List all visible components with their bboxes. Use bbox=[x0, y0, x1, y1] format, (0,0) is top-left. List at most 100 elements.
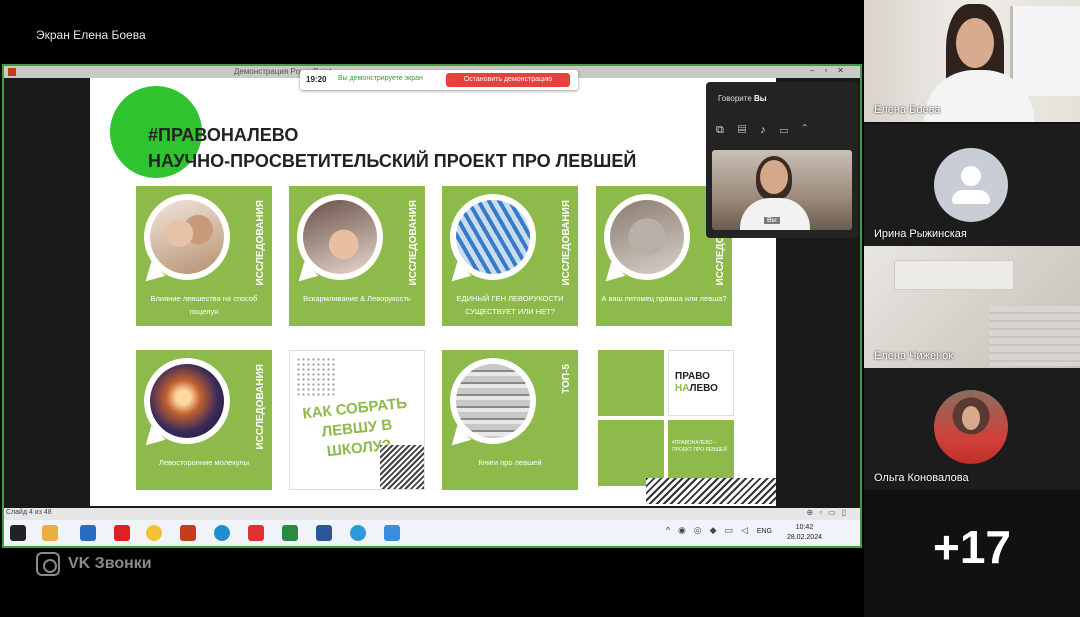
self-face bbox=[760, 160, 788, 194]
room-shelf bbox=[894, 260, 1014, 290]
screen-share-icon[interactable]: ⧉ bbox=[716, 124, 738, 136]
slide-tile-kiss: ИССЛЕДОВАНИЯ Влияние левшества на способ… bbox=[136, 186, 272, 326]
yandex-icon[interactable] bbox=[114, 525, 130, 541]
presentation-slide: #ПРАВОНАЛЕВО НАУЧНО-ПРОСВЕТИТЕЛЬСКИЙ ПРО… bbox=[90, 78, 776, 506]
tile-vertical-label: ИССЛЕДОВАНИЯ bbox=[255, 200, 266, 286]
edge-icon[interactable] bbox=[214, 525, 230, 541]
screen-share-label: Экран Елена Боева bbox=[36, 28, 146, 42]
tile-caption: Вскармливание & Леворукость bbox=[303, 294, 411, 303]
clock-time: 10:42 bbox=[795, 524, 814, 531]
tile-vertical-label: ИССЛЕДОВАНИЯ bbox=[561, 200, 572, 286]
dna-photo bbox=[456, 200, 530, 274]
share-status-text: Вы демонстрируете экран bbox=[338, 75, 423, 82]
call-controls: ⧉▤♪▭⌃ bbox=[716, 124, 821, 137]
language-indicator[interactable]: ENG bbox=[757, 528, 772, 535]
self-label: Вы bbox=[764, 217, 780, 224]
powerpoint-taskbar-icon[interactable] bbox=[180, 525, 196, 541]
tile-vertical-label: ТОП-5 bbox=[561, 364, 572, 394]
layout-icon[interactable]: ▤ bbox=[738, 124, 760, 136]
slide-tile-molecules: ИССЛЕДОВАНИЯ Левосторонние молекулы bbox=[136, 350, 272, 490]
speech-bubble bbox=[450, 358, 536, 444]
whiteboard bbox=[1010, 6, 1080, 96]
powerpoint-icon bbox=[8, 68, 16, 76]
slide-title-hashtag: #ПРАВОНАЛЕВО bbox=[148, 125, 299, 145]
brand-name: VK Звонки bbox=[68, 555, 152, 572]
tile-vertical-label: ИССЛЕДОВАНИЯ bbox=[408, 200, 419, 286]
avatar bbox=[934, 390, 1008, 464]
participant-tile[interactable]: Елена Боева bbox=[864, 0, 1080, 122]
participant-name: Елена Боева bbox=[874, 104, 941, 116]
mini-tile-hashtag: #ПРАВОНАЛЕВО – ПРОЕКТ ПРО ЛЕВШЕЙ bbox=[668, 420, 734, 486]
clock-date: 28.02.2024 bbox=[786, 534, 822, 541]
speech-bubble bbox=[297, 194, 383, 280]
share-timer: 19:20 bbox=[306, 75, 327, 84]
windows-taskbar: ^◉◎◆▭◁ ENG 10:42 28.02.2024 bbox=[4, 520, 860, 546]
mini-tile-logo: ПРАВО НАЛЕВО bbox=[668, 350, 734, 416]
stop-sharing-button[interactable]: Остановить демонстрацию bbox=[446, 73, 570, 87]
participant-tile[interactable]: Елена Чиженок bbox=[864, 246, 1080, 368]
hashtag-text: #ПРАВОНАЛЕВО – ПРОЕКТ ПРО ЛЕВШЕЙ bbox=[672, 440, 727, 453]
mini-tile bbox=[598, 420, 664, 486]
speech-bubble bbox=[450, 194, 536, 280]
taskbar-clock[interactable]: 10:42 28.02.2024 bbox=[787, 523, 822, 543]
more-participants[interactable]: +17 bbox=[864, 490, 1080, 617]
chrome-icon[interactable] bbox=[146, 525, 162, 541]
logo-mid: НА bbox=[675, 383, 690, 394]
speaking-name: Вы bbox=[754, 94, 767, 103]
tile-caption: Левосторонние молекулы bbox=[159, 458, 249, 467]
slide-tile-books: ТОП-5 Книги про левшей bbox=[442, 350, 578, 490]
app-icon[interactable] bbox=[282, 525, 298, 541]
participant-name: Елена Чиженок bbox=[874, 350, 954, 362]
tile-vertical-label: ИССЛЕДОВАНИЯ bbox=[255, 364, 266, 450]
logo-prefix: ПРАВО bbox=[675, 371, 710, 382]
baby-photo bbox=[303, 200, 377, 274]
logo-suffix: ЛЕВО bbox=[689, 383, 718, 394]
participant-name: Ольга Коновалова bbox=[874, 472, 969, 484]
slide-title: #ПРАВОНАЛЕВО НАУЧНО-ПРОСВЕТИТЕЛЬСКИЙ ПРО… bbox=[148, 122, 636, 174]
telegram-icon[interactable] bbox=[350, 525, 366, 541]
window-controls-icon: –▫✕ bbox=[810, 66, 854, 75]
system-tray-icons[interactable]: ^◉◎◆▭◁ bbox=[666, 525, 756, 536]
slide-tile-school: КАК СОБРАТЬ ЛЕВШУ В ШКОЛУ? bbox=[289, 350, 425, 490]
participant-tile[interactable]: Ольга Коновалова bbox=[864, 368, 1080, 490]
participant-face bbox=[956, 18, 994, 68]
vk-calls-taskbar-icon[interactable] bbox=[384, 525, 400, 541]
start-icon[interactable] bbox=[10, 525, 26, 541]
speech-bubble bbox=[144, 358, 230, 444]
camera-icon[interactable]: ▭ bbox=[780, 124, 802, 136]
self-view-panel[interactable]: Говорите Вы ⧉▤♪▭⌃ Вы bbox=[706, 82, 858, 238]
file-explorer-icon[interactable] bbox=[42, 525, 58, 541]
project-logo: ПРАВО НАЛЕВО bbox=[675, 371, 718, 395]
word-icon[interactable] bbox=[316, 525, 332, 541]
tile-caption: А ваш питомец правша или левша? bbox=[601, 294, 727, 303]
default-avatar-icon bbox=[934, 148, 1008, 222]
view-controls-icon[interactable]: ⊕▫▭▯ bbox=[807, 508, 853, 517]
self-body bbox=[740, 198, 810, 230]
tile-caption: Книги про левшей bbox=[478, 458, 542, 467]
slide-tile-gene: ИССЛЕДОВАНИЯ ЕДИНЫЙ ГЕН ЛЕВОРУКОСТИ СУЩЕ… bbox=[442, 186, 578, 326]
mail-icon[interactable] bbox=[80, 525, 96, 541]
participant-name: Ирина Рыжинская bbox=[874, 228, 967, 240]
speech-bubble bbox=[604, 194, 690, 280]
slide-tile-feeding: ИССЛЕДОВАНИЯ Вскармливание & Леворукость bbox=[289, 186, 425, 326]
dot-pattern bbox=[296, 357, 336, 397]
yandex-browser-icon[interactable] bbox=[248, 525, 264, 541]
speech-bubble bbox=[144, 194, 230, 280]
microphone-icon[interactable]: ♪ bbox=[760, 124, 780, 136]
window-blind bbox=[990, 306, 1080, 366]
kiss-photo bbox=[150, 200, 224, 274]
ppt-status-bar: Слайд 4 из 48 ⊕▫▭▯ bbox=[4, 508, 860, 520]
nebula-photo bbox=[150, 364, 224, 438]
tile-caption: Влияние левшества на способ поцелуя bbox=[150, 294, 258, 316]
books-photo bbox=[456, 364, 530, 438]
mini-tile bbox=[598, 350, 664, 416]
vk-calls-logo-icon bbox=[36, 552, 60, 576]
speaking-label: Говорите bbox=[718, 94, 752, 103]
speaking-indicator: Говорите Вы bbox=[718, 94, 767, 103]
tile-caption: ЕДИНЫЙ ГЕН ЛЕВОРУКОСТИ СУЩЕСТВУЕТ ИЛИ НЕ… bbox=[456, 294, 564, 316]
participant-tile[interactable]: Ирина Рыжинская bbox=[864, 124, 1080, 246]
slide-title-subtitle: НАУЧНО-ПРОСВЕТИТЕЛЬСКИЙ ПРОЕКТ ПРО ЛЕВШЕ… bbox=[148, 151, 637, 171]
screen-share-bar: 19:20 Вы демонстрируете экран Остановить… bbox=[300, 70, 578, 90]
collapse-icon[interactable]: ⌃ bbox=[802, 124, 821, 136]
slide-counter: Слайд 4 из 48 bbox=[6, 509, 52, 516]
